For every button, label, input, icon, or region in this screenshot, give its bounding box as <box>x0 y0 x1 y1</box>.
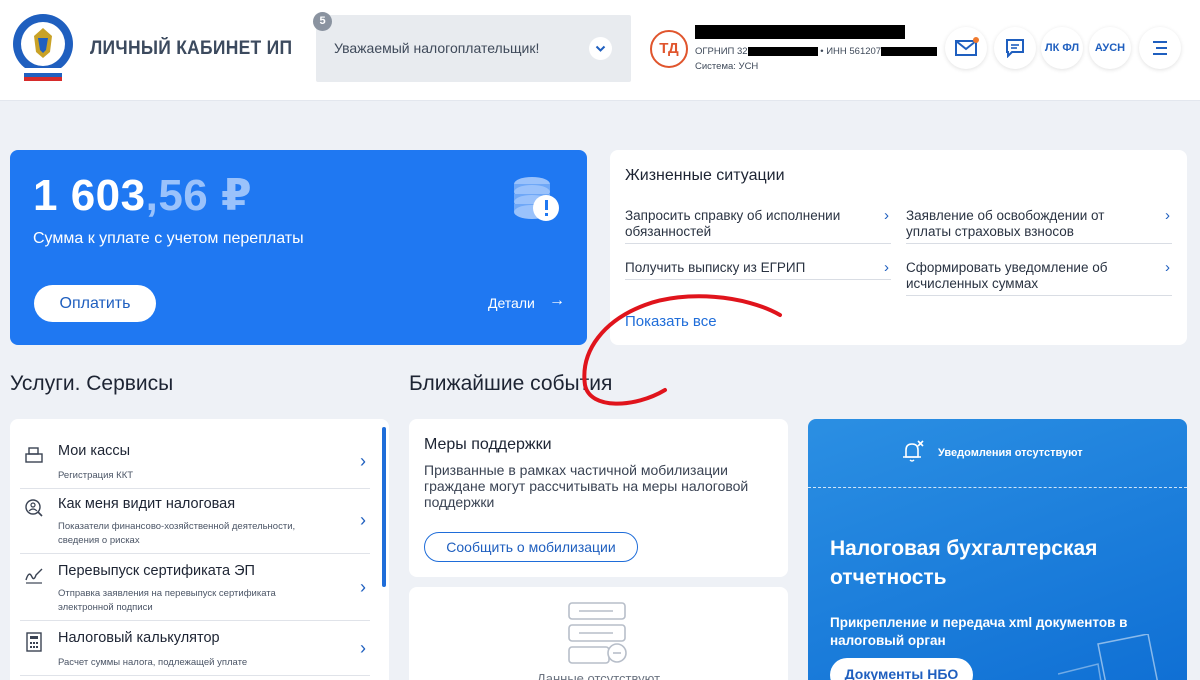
service-subtitle: Показатели финансово-хозяйственной деяте… <box>58 521 296 546</box>
life-item[interactable]: Заявление об освобождении от уплаты стра… <box>906 208 1172 244</box>
service-subtitle: Отправка заявления на перевыпуск сертифи… <box>58 588 276 613</box>
life-item-label: Получить выписку из ЕГРИП <box>625 260 806 275</box>
balance-card: 1 603,56 ₽ Сумма к уплате с учетом переп… <box>10 150 587 345</box>
chevron-right-icon: › <box>884 207 889 224</box>
user-ids: ОГРНИП 32 • ИНН 561207 <box>695 46 938 57</box>
life-item[interactable]: Сформировать уведомление об исчисленных … <box>906 260 1172 296</box>
header: ЛИЧНЫЙ КАБИНЕТ ИП 5 Уважаемый налогоплат… <box>0 0 1200 101</box>
balance-amount: 1 603,56 ₽ <box>33 170 252 221</box>
service-item[interactable]: Перевыпуск сертификата ЭП Отправка заявл… <box>20 563 370 621</box>
life-item-label: Запросить справку об исполнении обязанно… <box>625 208 841 239</box>
life-situations-title: Жизненные ситуации <box>625 167 785 184</box>
redaction <box>747 46 818 56</box>
calculator-icon <box>26 632 42 652</box>
life-item-label: Сформировать уведомление об исчисленных … <box>906 260 1108 291</box>
chevron-right-icon: › <box>1165 259 1170 276</box>
bell-off-icon <box>903 440 924 462</box>
service-title: Мои кассы <box>58 443 131 459</box>
support-text: Призванные в рамках частичной мобилизаци… <box>424 462 749 510</box>
signature-icon <box>25 568 43 584</box>
service-item[interactable]: Налоговый калькулятор Расчет суммы налог… <box>20 630 370 676</box>
unread-dot <box>973 37 979 43</box>
chevron-right-icon: › <box>360 577 366 597</box>
life-item[interactable]: Получить выписку из ЕГРИП › <box>625 260 891 280</box>
support-title: Меры поддержки <box>424 436 552 453</box>
ausn-button[interactable]: АУСН <box>1089 27 1131 69</box>
scrollbar[interactable] <box>382 427 386 587</box>
chevron-right-icon: › <box>1165 207 1170 224</box>
service-subtitle: Регистрация ККТ <box>58 470 134 481</box>
redaction <box>881 46 938 56</box>
divider <box>808 487 1187 488</box>
inn-label: • ИНН 561207 <box>820 46 882 57</box>
services-list: Мои кассы Регистрация ККТ › Как меня вид… <box>10 419 389 680</box>
balance-label: Сумма к уплате с учетом переплаты <box>33 230 304 247</box>
cash-register-icon <box>25 447 43 463</box>
ogrnip-label: ОГРНИП 32 <box>695 46 748 57</box>
avatar[interactable]: ТД <box>650 30 688 68</box>
amount-integer: 1 603 <box>33 171 146 220</box>
lk-fl-button[interactable]: ЛК ФЛ <box>1041 27 1083 69</box>
chat-icon <box>1006 39 1024 58</box>
chevron-right-icon: › <box>884 259 889 276</box>
details-link[interactable]: Детали <box>488 295 535 311</box>
arrow-right-icon[interactable]: → <box>549 292 565 310</box>
chevron-right-icon: › <box>360 451 366 471</box>
notice-count-badge: 5 <box>313 12 332 31</box>
nbo-documents-button[interactable]: Документы НБО <box>830 658 973 680</box>
service-title: Перевыпуск сертификата ЭП <box>58 563 255 579</box>
notifications-status: Уведомления отсутствуют <box>938 447 1083 459</box>
report-mobilization-button[interactable]: Сообщить о мобилизации <box>424 532 638 562</box>
chevron-right-icon: › <box>360 638 366 658</box>
chevron-down-icon[interactable] <box>589 37 612 60</box>
hamburger-menu-icon <box>1153 41 1167 55</box>
magnifier-person-icon <box>25 499 43 517</box>
menu-button[interactable] <box>1139 27 1181 69</box>
user-name-redacted <box>695 25 905 39</box>
coins-alert-icon <box>514 177 559 221</box>
service-subtitle: Расчет суммы налога, подлежащей уплате <box>58 657 248 668</box>
amount-fraction: ,56 ₽ <box>145 171 253 220</box>
tax-system: Система: УСН <box>695 61 759 72</box>
brand-title: ЛИЧНЫЙ КАБИНЕТ ИП <box>90 38 293 59</box>
promo-card: Уведомления отсутствуют Налоговая бухгал… <box>808 419 1187 680</box>
chat-button[interactable] <box>994 27 1036 69</box>
events-empty-card: Данные отсутствуют <box>409 587 788 680</box>
chevron-right-icon: › <box>360 510 366 530</box>
services-title: Услуги. Сервисы <box>10 372 174 395</box>
service-item[interactable]: Как меня видит налоговая Показатели фина… <box>20 496 370 554</box>
pay-button[interactable]: Оплатить <box>34 285 156 322</box>
service-title: Налоговый калькулятор <box>58 630 220 646</box>
service-item[interactable]: Мои кассы Регистрация ККТ › <box>20 443 370 489</box>
red-annotation-stroke <box>582 294 782 406</box>
support-card: Меры поддержки Призванные в рамках части… <box>409 419 788 577</box>
mail-button[interactable] <box>945 27 987 69</box>
empty-list-icon <box>568 602 627 664</box>
promo-title: Налоговая бухгалтерская отчетность <box>830 537 1098 589</box>
notice-text: Уважаемый налогоплательщик! <box>334 40 540 56</box>
fns-emblem-logo[interactable] <box>10 12 76 82</box>
life-item-label: Заявление об освобождении от уплаты стра… <box>906 208 1105 239</box>
documents-illustration <box>1058 634 1158 680</box>
life-item[interactable]: Запросить справку об исполнении обязанно… <box>625 208 891 244</box>
service-title: Как меня видит налоговая <box>58 496 236 512</box>
empty-text: Данные отсутствуют <box>536 671 661 680</box>
